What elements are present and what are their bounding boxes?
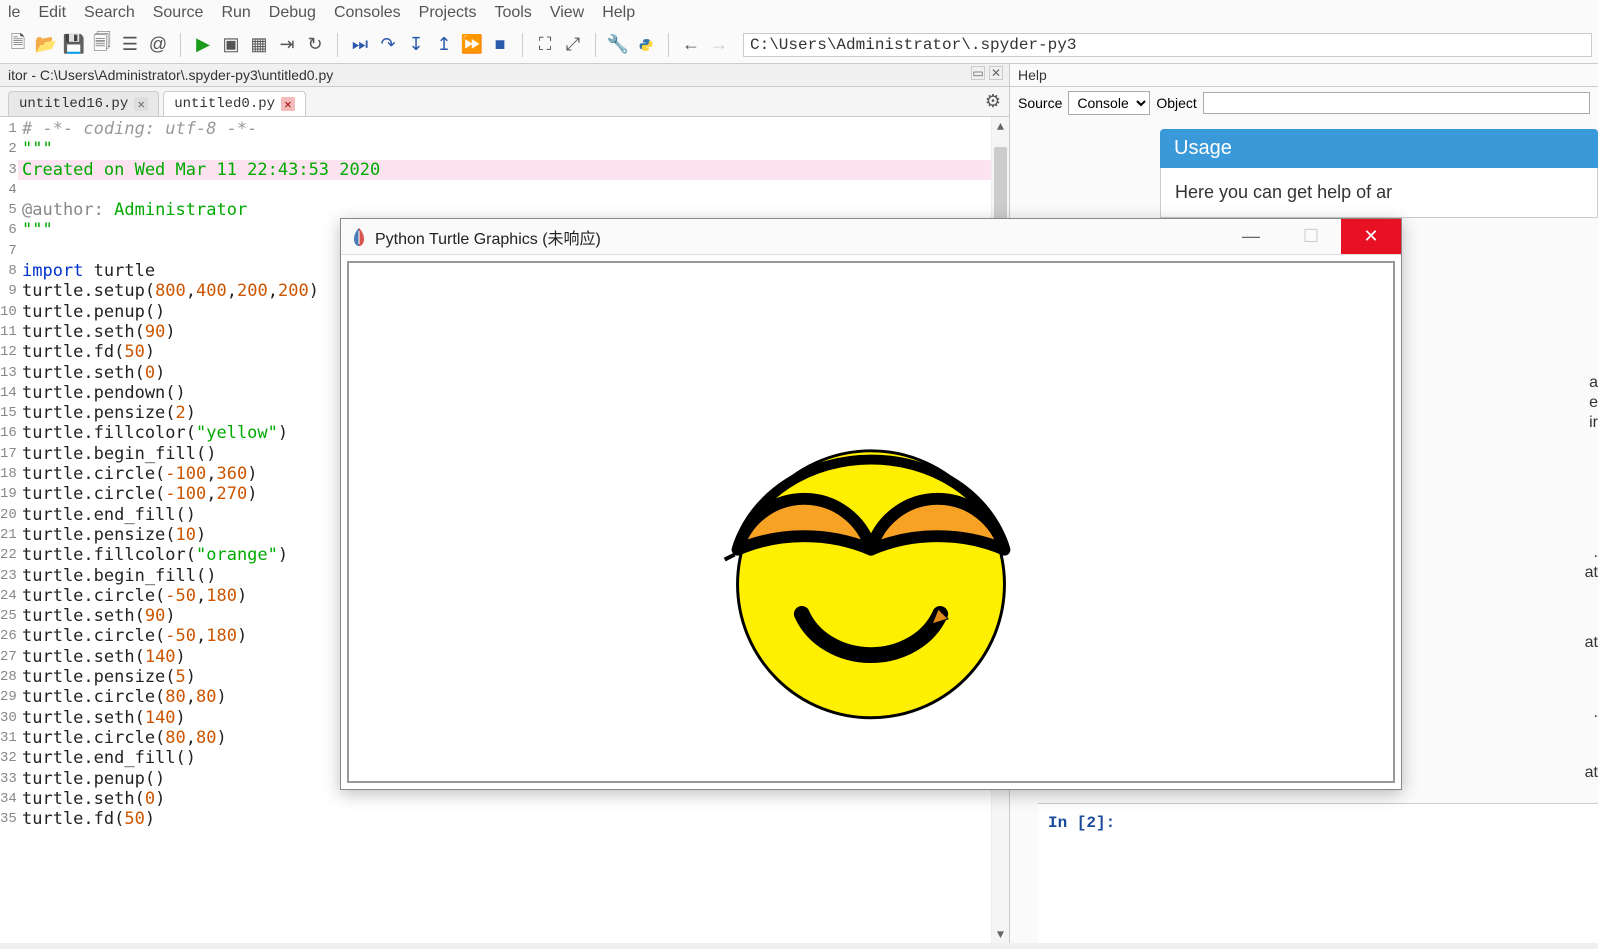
help-object-input[interactable] [1203, 92, 1590, 114]
step-into-icon[interactable]: ↧ [404, 33, 428, 57]
close-button[interactable]: ✕ [1341, 219, 1401, 254]
working-dir-input[interactable] [743, 33, 1592, 57]
minimize-button[interactable]: — [1221, 219, 1281, 254]
help-text-fragment: ir [1589, 414, 1598, 432]
help-object-label: Object [1156, 95, 1196, 111]
stop-icon[interactable]: ■ [488, 33, 512, 57]
tab-close-icon[interactable]: ✕ [134, 97, 148, 111]
back-icon[interactable]: ← [679, 33, 703, 57]
menu-projects[interactable]: Projects [419, 4, 477, 22]
help-text-fragment: at [1585, 564, 1598, 582]
editor-pane: itor - C:\Users\Administrator\.spyder-py… [0, 64, 1010, 943]
file-tab[interactable]: untitled0.py ✕ [163, 91, 306, 116]
at-icon[interactable]: @ [146, 33, 170, 57]
help-text-fragment: . [1594, 544, 1598, 562]
help-text-fragment: a [1589, 374, 1598, 392]
editor-tabbar: untitled16.py ✕ untitled0.py ✕ ⚙ [0, 87, 1009, 117]
maximize-button[interactable]: ☐ [1281, 219, 1341, 254]
ipython-console[interactable]: In [2]: [1038, 803, 1598, 943]
tab-options-icon[interactable]: ⚙ [985, 91, 1001, 112]
rerun-icon[interactable]: ↻ [303, 33, 327, 57]
code-area[interactable]: 1 2 3 4 5 6 7 8 9 10 11 12 13 14 15 16 1… [0, 117, 1009, 943]
open-file-icon[interactable]: 📂 [34, 33, 58, 57]
help-title: Help [1010, 64, 1598, 87]
menu-consoles[interactable]: Consoles [334, 4, 401, 22]
menu-help[interactable]: Help [602, 4, 635, 22]
tab-label: untitled0.py [174, 96, 275, 112]
toolbar: 🗎 📂 💾 🗐 ☰ @ ▶ ▣ ▦ ⇥ ↻ ⏭ ↷ ↧ ↥ ⏩ ■ ⛶ ⤢ 🔧 … [0, 26, 1598, 64]
help-source-label: Source [1018, 95, 1062, 111]
save-all-icon[interactable]: 🗐 [90, 33, 114, 57]
menu-run[interactable]: Run [221, 4, 250, 22]
usage-heading: Usage [1160, 129, 1598, 168]
maximize-icon[interactable]: ⛶ [533, 33, 557, 57]
run-cell-icon[interactable]: ▣ [219, 33, 243, 57]
step-over-icon[interactable]: ↷ [376, 33, 400, 57]
code-editor[interactable]: # -*- coding: utf-8 -*- """ Created on W… [18, 117, 1009, 943]
list-icon[interactable]: ☰ [118, 33, 142, 57]
help-toolbar: Source Console Object [1010, 87, 1598, 119]
tab-label: untitled16.py [19, 96, 128, 112]
run-icon[interactable]: ▶ [191, 33, 215, 57]
scroll-down-icon[interactable]: ▼ [992, 925, 1009, 943]
menu-edit[interactable]: Edit [38, 4, 66, 22]
menu-le[interactable]: le [8, 4, 20, 22]
help-text-fragment: at [1585, 634, 1598, 652]
menu-view[interactable]: View [550, 4, 584, 22]
tab-close-icon[interactable]: ✕ [281, 97, 295, 111]
debug-icon[interactable]: ⏭ [348, 33, 372, 57]
file-tab[interactable]: untitled16.py ✕ [8, 91, 159, 116]
preferences-icon[interactable]: 🔧 [606, 33, 630, 57]
menubar: le Edit Search Source Run Debug Consoles Projec… [0, 0, 1598, 26]
line-gutter: 1 2 3 4 5 6 7 8 9 10 11 12 13 14 15 16 1… [0, 117, 18, 943]
help-text-fragment: . [1594, 704, 1598, 722]
new-file-icon[interactable]: 🗎 [6, 33, 30, 57]
editor-title: itor - C:\Users\Administrator\.spyder-py… [0, 64, 1009, 87]
help-source-select[interactable]: Console [1068, 91, 1150, 115]
menu-tools[interactable]: Tools [494, 4, 531, 22]
panel-undock-icon[interactable]: ▭ [971, 66, 985, 80]
menu-source[interactable]: Source [153, 4, 204, 22]
panel-close-icon[interactable]: ✕ [989, 66, 1003, 80]
menu-search[interactable]: Search [84, 4, 135, 22]
console-prompt: In [2]: [1048, 814, 1588, 832]
python-icon[interactable] [634, 33, 658, 57]
continue-icon[interactable]: ⏩ [460, 33, 484, 57]
menu-debug[interactable]: Debug [269, 4, 316, 22]
help-text-fragment: e [1589, 394, 1598, 412]
run-cell-advance-icon[interactable]: ▦ [247, 33, 271, 57]
run-selection-icon[interactable]: ⇥ [275, 33, 299, 57]
usage-text: Here you can get help of ar [1160, 168, 1598, 218]
forward-icon[interactable]: → [707, 33, 731, 57]
save-icon[interactable]: 💾 [62, 33, 86, 57]
step-out-icon[interactable]: ↥ [432, 33, 456, 57]
help-text-fragment: at [1585, 764, 1598, 782]
fullscreen-icon[interactable]: ⤢ [561, 33, 585, 57]
